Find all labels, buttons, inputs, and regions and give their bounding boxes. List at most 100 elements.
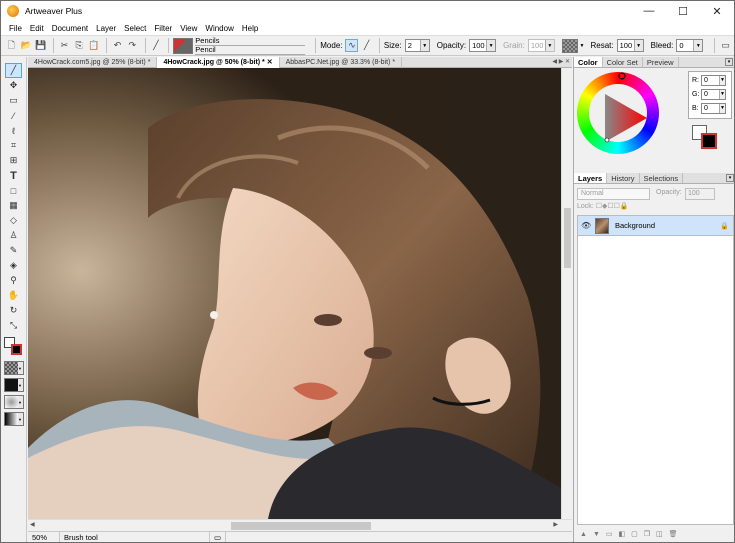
undo-icon[interactable]: ↶ (111, 39, 124, 52)
layers-menu-icon[interactable]: ▾ (726, 174, 734, 182)
size-field[interactable]: 2 ▼ (404, 39, 430, 52)
tab-history[interactable]: History (607, 173, 640, 183)
image-canvas[interactable] (28, 68, 561, 519)
visibility-eye-icon[interactable]: 👁 (581, 221, 593, 230)
background-color[interactable] (11, 344, 22, 355)
grain-field[interactable]: 100 ▼ (527, 39, 555, 52)
horizontal-scrollbar[interactable]: ◀ ▶ (28, 519, 572, 531)
brush-preset[interactable]: ▼ (4, 395, 24, 409)
eraser-tool-icon[interactable]: ◇ (5, 213, 22, 228)
rotate-tool-icon[interactable]: ↻ (5, 303, 22, 318)
scroll-left-icon[interactable]: ◀ (30, 521, 35, 528)
magic-wand-tool-icon[interactable]: ⁄ (5, 108, 22, 123)
crop-tool-icon[interactable]: ⌗ (5, 138, 22, 153)
texture-dropdown-icon[interactable]: ▼ (580, 43, 585, 49)
tab-4howcrack[interactable]: 4HowCrack.jpg @ 50% (8-bit) * ✕ (157, 57, 280, 68)
texture-swatch[interactable] (561, 38, 578, 53)
b-field[interactable]: 0 ▼ (701, 103, 726, 114)
clone-stamp-tool-icon[interactable]: ♙ (5, 228, 22, 243)
menu-edit[interactable]: Edit (26, 24, 48, 33)
new-folder-icon[interactable]: ▭ (606, 530, 613, 538)
hand-tool-icon[interactable]: ✋ (5, 288, 22, 303)
color-wheel[interactable] (577, 72, 659, 154)
redo-icon[interactable]: ↷ (126, 39, 139, 52)
scroll-right-icon[interactable]: ▶ (553, 521, 558, 528)
paste-icon[interactable]: 📋 (88, 39, 101, 52)
gradient-tool-icon[interactable]: ▦ (5, 198, 22, 213)
size-dropdown-icon[interactable]: ▼ (419, 40, 429, 51)
mode-line-icon[interactable]: ╱ (360, 39, 373, 52)
tab-color-set[interactable]: Color Set (603, 57, 643, 67)
grain-dropdown-icon[interactable]: ▼ (544, 40, 554, 51)
menu-layer[interactable]: Layer (92, 24, 120, 33)
zoom-tool-icon[interactable]: ⚲ (5, 273, 22, 288)
lasso-tool-icon[interactable]: ℓ (5, 123, 22, 138)
tab-abbaspc[interactable]: AbbasPC.Net.jpg @ 33.3% (8-bit) * (280, 57, 403, 68)
close-button[interactable]: ✕ (700, 1, 734, 21)
move-tool-icon[interactable]: ✥ (5, 78, 22, 93)
menu-help[interactable]: Help (238, 24, 262, 33)
tab-4howcrack-com5[interactable]: 4HowCrack.com5.jpg @ 25% (8-bit) * (28, 57, 158, 68)
opacity-field[interactable]: 100 ▼ (469, 39, 497, 52)
transform-tool-icon[interactable]: ⤡ (5, 318, 22, 333)
paint-bucket-tool-icon[interactable]: ◈ (5, 258, 22, 273)
brush-icon[interactable]: ╱ (150, 39, 163, 52)
save-icon[interactable]: 💾 (34, 39, 47, 52)
duplicate-layer-icon[interactable]: ❐ (644, 530, 650, 538)
r-field[interactable]: 0 ▼ (701, 75, 726, 86)
panel-menu-icon[interactable]: ▾ (725, 58, 733, 66)
perspective-tool-icon[interactable]: ⊞ (5, 153, 22, 168)
opacity-dropdown-icon[interactable]: ▼ (486, 40, 496, 51)
g-field[interactable]: 0 ▼ (701, 89, 726, 100)
rectangle-select-tool-icon[interactable]: ▭ (5, 93, 22, 108)
vertical-scroll-thumb[interactable] (564, 208, 571, 268)
resat-dropdown-icon[interactable]: ▼ (633, 40, 643, 51)
move-down-icon[interactable]: ▼ (593, 531, 600, 538)
maximize-button[interactable]: ☐ (666, 1, 700, 21)
menu-view[interactable]: View (176, 24, 201, 33)
tab-layers[interactable]: Layers (574, 173, 608, 183)
vertical-scrollbar[interactable] (561, 68, 572, 519)
close-tab-icon[interactable]: ✕ (267, 59, 273, 66)
r-dropdown-icon[interactable]: ▼ (719, 76, 725, 85)
pattern-preset[interactable]: ▼ (4, 378, 24, 392)
blend-mode-select[interactable]: Normal (577, 188, 650, 200)
minimize-button[interactable]: — (632, 1, 666, 21)
layer-style-icon[interactable]: ◧ (619, 530, 626, 538)
menu-document[interactable]: Document (48, 24, 92, 33)
shape-tool-icon[interactable]: □ (5, 183, 22, 198)
tab-preview[interactable]: Preview (643, 57, 679, 67)
bleed-field[interactable]: 0 ▼ (676, 39, 704, 52)
text-tool-icon[interactable]: T (5, 168, 22, 183)
color-triangle[interactable] (577, 72, 659, 154)
tab-scroll-icon[interactable]: ◀ ▶ ✕ (552, 57, 570, 68)
resat-field[interactable]: 100 ▼ (616, 39, 644, 52)
color-picker-tool-icon[interactable]: ✎ (5, 243, 22, 258)
panel-background-color[interactable] (701, 133, 717, 149)
delete-layer-icon[interactable]: 🗑 (669, 530, 678, 538)
new-layer-icon[interactable]: ▢ (631, 530, 638, 538)
zoom-level[interactable]: 50% (28, 531, 60, 542)
b-dropdown-icon[interactable]: ▼ (719, 104, 725, 113)
layer-row[interactable]: 👁 Background 🔒 (578, 216, 733, 236)
move-up-icon[interactable]: ▲ (580, 531, 587, 538)
lock-options-icon[interactable]: ☐◆☐☐🔒 (596, 203, 629, 210)
horizontal-scroll-thumb[interactable] (231, 522, 371, 530)
mask-icon[interactable]: ◫ (656, 530, 663, 538)
texture-preset[interactable]: ▼ (4, 361, 24, 375)
panel-color-swatches[interactable] (692, 125, 720, 151)
brush-tool-icon[interactable]: ╱ (5, 63, 22, 78)
tab-color[interactable]: Color (574, 57, 603, 67)
brush-selector[interactable]: Pencils Pencil (173, 36, 306, 55)
tablet-settings-icon[interactable]: ▭ (719, 39, 732, 52)
tab-selections[interactable]: Selections (640, 173, 684, 183)
gradient-preset[interactable]: ▼ (4, 412, 24, 426)
new-document-icon[interactable]: 🗋 (5, 39, 18, 52)
menu-window[interactable]: Window (201, 24, 237, 33)
mode-freehand-icon[interactable]: ∿ (345, 39, 359, 52)
menu-select[interactable]: Select (120, 24, 150, 33)
menu-file[interactable]: File (5, 24, 26, 33)
layer-opacity-field[interactable]: 100 (685, 188, 715, 200)
open-icon[interactable]: 📂 (20, 39, 33, 52)
bleed-dropdown-icon[interactable]: ▼ (693, 40, 703, 51)
